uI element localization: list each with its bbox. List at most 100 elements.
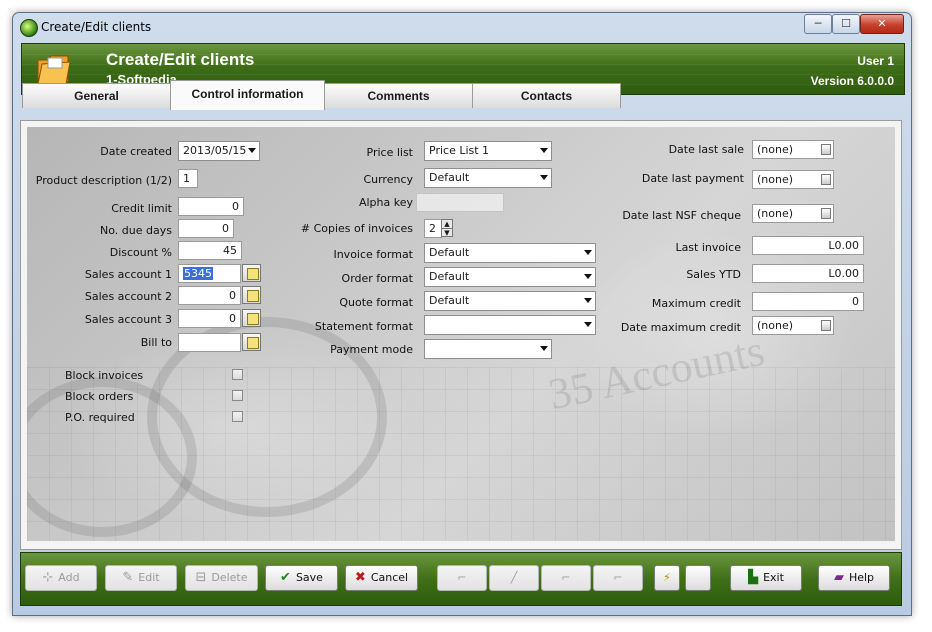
next-record-button[interactable]: ⌐ — [541, 565, 591, 591]
no-due-days-label: No. due days — [100, 224, 172, 237]
help-label: Help — [848, 571, 875, 584]
bill-to-lookup-button[interactable] — [242, 333, 261, 351]
save-button[interactable]: ✔ Save — [265, 565, 338, 591]
chevron-down-icon — [584, 298, 592, 303]
cancel-label: Cancel — [370, 571, 409, 584]
payment-mode-select[interactable] — [424, 339, 552, 359]
sales-account-1-lookup-button[interactable] — [242, 264, 261, 282]
date-last-sale-picker[interactable]: (none) — [752, 140, 834, 159]
bill-to-label: Bill to — [140, 336, 172, 349]
delete-button[interactable]: ⊟ Delete — [185, 565, 258, 591]
date-created-picker[interactable]: 2013/05/15 — [178, 141, 260, 161]
lightning-icon: ⚡ — [663, 571, 671, 584]
block-orders-checkbox[interactable] — [232, 390, 243, 401]
sales-account-1-label: Sales account 1 — [84, 268, 172, 281]
calendar-icon[interactable] — [821, 174, 831, 185]
price-list-value: Price List 1 — [429, 144, 490, 157]
po-required-checkbox[interactable] — [232, 411, 243, 422]
discount-field[interactable]: 45 — [178, 241, 242, 260]
sales-account-1-field[interactable]: 5345 — [178, 264, 241, 283]
exit-label: Exit — [763, 571, 784, 584]
bill-to-field[interactable] — [178, 333, 241, 352]
sales-account-1-value: 5345 — [183, 267, 213, 280]
block-invoices-checkbox[interactable] — [232, 369, 243, 380]
quote-format-value: Default — [429, 294, 470, 307]
date-last-nsf-value: (none) — [757, 207, 794, 220]
help-button[interactable]: ▰ Help — [818, 565, 890, 591]
sales-account-3-label: Sales account 3 — [84, 313, 172, 326]
sales-account-2-label: Sales account 2 — [84, 290, 172, 303]
date-maximum-credit-value: (none) — [757, 319, 794, 332]
previous-record-button[interactable]: ╱ — [489, 565, 539, 591]
title-bar[interactable]: Create/Edit clients ─ ☐ ✕ — [13, 13, 911, 43]
currency-value: Default — [429, 171, 470, 184]
date-created-value: 2013/05/15 — [183, 144, 247, 157]
date-last-nsf-picker[interactable]: (none) — [752, 204, 834, 223]
sales-account-2-lookup-button[interactable] — [242, 286, 261, 304]
spin-up-icon[interactable]: ▲ — [442, 220, 452, 229]
last-record-button[interactable]: ⌐ — [593, 565, 643, 591]
chevron-down-icon — [540, 175, 548, 180]
exit-button[interactable]: ▙ Exit — [730, 565, 802, 591]
cancel-button[interactable]: ✖ Cancel — [345, 565, 418, 591]
delete-icon: ⊟ — [195, 570, 207, 585]
invoice-format-value: Default — [429, 246, 470, 259]
spin-down-icon[interactable]: ▼ — [442, 229, 452, 237]
lookup-icon — [247, 290, 259, 302]
date-last-sale-label: Date last sale — [668, 143, 744, 156]
order-format-label: Order format — [341, 272, 413, 285]
tab-general[interactable]: General — [22, 83, 171, 108]
calendar-icon[interactable] — [821, 208, 831, 219]
tab-control-information[interactable]: Control information — [170, 80, 325, 110]
no-due-days-field[interactable]: 0 — [178, 219, 234, 238]
edit-icon: ✎ — [122, 570, 134, 585]
sales-account-3-lookup-button[interactable] — [242, 309, 261, 327]
order-format-select[interactable]: Default — [424, 267, 596, 287]
blank-button[interactable] — [685, 565, 711, 591]
credit-limit-field[interactable]: 0 — [178, 197, 244, 216]
product-description-field[interactable]: 1 — [178, 169, 198, 188]
checkmark-icon: ✔ — [280, 570, 291, 585]
minimize-button[interactable]: ─ — [804, 14, 832, 34]
date-created-label: Date created — [100, 145, 172, 158]
invoice-format-select[interactable]: Default — [424, 243, 596, 263]
date-last-nsf-label: Date last NSF cheque — [622, 209, 741, 222]
header-version: Version 6.0.0.0 — [810, 74, 894, 88]
copies-of-invoices-field[interactable]: 2 — [424, 219, 442, 238]
save-label: Save — [295, 571, 323, 584]
add-button[interactable]: ⊹ Add — [25, 565, 97, 591]
payment-mode-label: Payment mode — [330, 343, 413, 356]
tab-contacts[interactable]: Contacts — [472, 83, 621, 108]
first-record-button[interactable]: ⌐ — [437, 565, 487, 591]
exit-door-icon: ▙ — [748, 570, 759, 585]
sales-account-2-field[interactable]: 0 — [178, 286, 241, 305]
currency-label: Currency — [363, 173, 413, 186]
quote-format-label: Quote format — [339, 296, 413, 309]
chevron-down-icon — [540, 346, 548, 351]
date-last-payment-picker[interactable]: (none) — [752, 170, 834, 189]
edit-button[interactable]: ✎ Edit — [105, 565, 177, 591]
window-title: Create/Edit clients — [41, 20, 152, 34]
tab-comments[interactable]: Comments — [324, 83, 473, 108]
quote-format-select[interactable]: Default — [424, 291, 596, 311]
app-icon — [20, 19, 38, 37]
chevron-down-icon — [584, 322, 592, 327]
alpha-key-field[interactable] — [416, 193, 504, 212]
invoice-format-label: Invoice format — [333, 248, 413, 261]
tools-button[interactable]: ⚡ — [654, 565, 680, 591]
copies-spinner[interactable]: ▲ ▼ — [441, 219, 453, 237]
lookup-icon — [247, 313, 259, 325]
calendar-icon[interactable] — [821, 320, 831, 331]
calendar-icon[interactable] — [821, 144, 831, 155]
block-invoices-label: Block invoices — [65, 369, 144, 382]
lookup-icon — [247, 268, 259, 280]
sales-ytd-field: L0.00 — [752, 264, 864, 283]
currency-select[interactable]: Default — [424, 168, 552, 188]
close-button[interactable]: ✕ — [860, 14, 904, 34]
date-maximum-credit-picker[interactable]: (none) — [752, 316, 834, 335]
sales-account-3-field[interactable]: 0 — [178, 309, 241, 328]
date-last-payment-value: (none) — [757, 173, 794, 186]
maximize-button[interactable]: ☐ — [832, 14, 860, 34]
price-list-select[interactable]: Price List 1 — [424, 141, 552, 161]
statement-format-select[interactable] — [424, 315, 596, 335]
